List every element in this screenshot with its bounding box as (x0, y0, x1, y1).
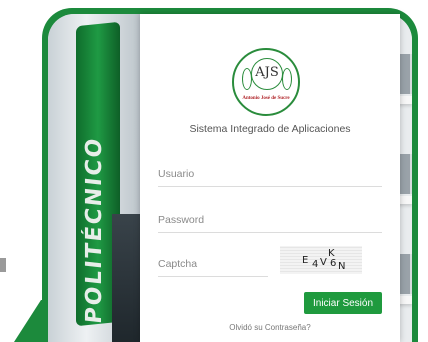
logo-monogram: AJS (255, 65, 279, 80)
logo-name: Antonio José de Sucre (242, 96, 290, 101)
captcha-char: V (320, 257, 328, 268)
captcha-char: E (302, 255, 310, 266)
login-button[interactable]: Iniciar Sesión (304, 292, 382, 314)
captcha-char: N (338, 261, 347, 272)
password-input[interactable] (158, 210, 382, 233)
captcha-input[interactable] (158, 254, 268, 277)
institution-logo: AJS Antonio José de Sucre (232, 48, 300, 116)
app-title: Sistema Integrado de Aplicaciones (189, 123, 351, 135)
captcha-char: 4 (312, 259, 320, 270)
laurel-right-icon (282, 68, 292, 90)
captcha-image: E 4 V K 6 N (280, 246, 362, 274)
side-marker (0, 258, 6, 272)
login-card: AJS Antonio José de Sucre Sistema Integr… (140, 14, 400, 342)
username-input[interactable] (158, 164, 382, 187)
login-frame: POLITÉCNICO AJS Antonio José de Sucre Si… (14, 0, 428, 342)
captcha-char: 6 (330, 258, 338, 269)
forgot-password-link[interactable]: Olvidó su Contraseña? (140, 323, 400, 332)
building-sign-text: POLITÉCNICO (82, 135, 107, 325)
logo-emblem: AJS (251, 58, 283, 90)
